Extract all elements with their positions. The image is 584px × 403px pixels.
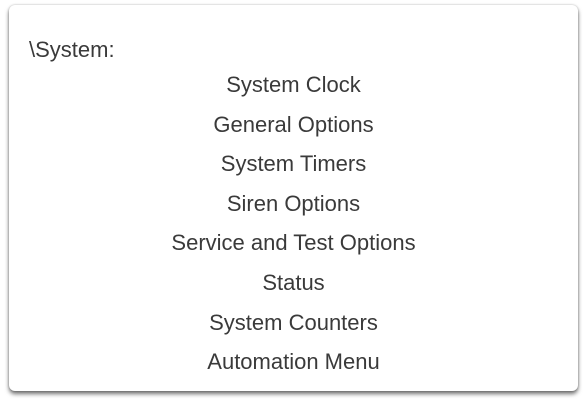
menu-item-general-options[interactable]: General Options <box>9 111 578 151</box>
menu-panel: \System: System Clock General Options Sy… <box>9 5 578 391</box>
menu-item-status[interactable]: Status <box>9 269 578 309</box>
menu-item-siren-options[interactable]: Siren Options <box>9 190 578 230</box>
menu-item-system-timers[interactable]: System Timers <box>9 150 578 190</box>
menu-item-system-clock[interactable]: System Clock <box>9 71 578 111</box>
menu-item-system-counters[interactable]: System Counters <box>9 309 578 349</box>
menu-path-label: \System: <box>29 37 115 62</box>
menu-item-automation-menu[interactable]: Automation Menu <box>9 348 578 388</box>
menu-list: System Clock General Options System Time… <box>9 71 578 388</box>
menu-item-service-and-test-options[interactable]: Service and Test Options <box>9 229 578 269</box>
